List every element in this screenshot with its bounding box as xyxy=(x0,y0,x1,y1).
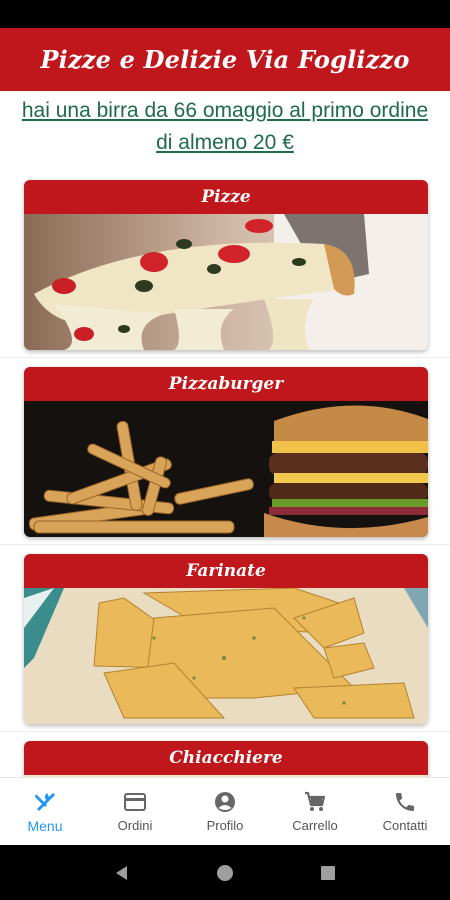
app-bar: Pizze e Delizie Via Foglizzo xyxy=(0,28,450,91)
category-title: Pizzaburger xyxy=(24,367,428,401)
nav-item-carrello[interactable]: Carrello xyxy=(270,778,360,845)
burger-and-fries-photo xyxy=(24,401,428,537)
farinata-photo xyxy=(24,588,428,724)
nav-item-ordini[interactable]: Ordini xyxy=(90,778,180,845)
cart-icon xyxy=(305,791,326,811)
nav-label: Menu xyxy=(27,817,63,834)
system-navigation-bar xyxy=(0,845,450,900)
home-icon[interactable] xyxy=(216,864,234,882)
pizza-slice-photo xyxy=(24,214,428,350)
category-title: Chiacchiere xyxy=(24,741,428,775)
utensils-icon xyxy=(35,792,55,811)
recents-icon[interactable] xyxy=(319,864,337,882)
category-card-farinate[interactable]: Farinate xyxy=(24,554,428,724)
bottom-navigation: Menu Ordini Profilo Carrello Contatti xyxy=(0,777,450,845)
category-card-pizze[interactable]: Pizze xyxy=(24,180,428,350)
nav-label: Contatti xyxy=(382,818,428,833)
nav-item-menu[interactable]: Menu xyxy=(0,778,90,845)
account-circle-icon xyxy=(215,792,235,812)
nav-item-contatti[interactable]: Contatti xyxy=(360,778,450,845)
back-icon[interactable] xyxy=(113,864,131,882)
nav-label: Carrello xyxy=(292,818,338,833)
nav-item-profilo[interactable]: Profilo xyxy=(180,778,270,845)
category-title: Farinate xyxy=(24,554,428,588)
category-title: Pizze xyxy=(24,180,428,214)
category-card-pizzaburger[interactable]: Pizzaburger xyxy=(24,367,428,537)
category-card-chiacchiere[interactable]: Chiacchiere xyxy=(24,741,428,777)
app-title: Pizze e Delizie Via Foglizzo xyxy=(40,45,410,74)
card-separator xyxy=(0,544,450,545)
menu-content[interactable]: hai una birra da 66 omaggio al primo ord… xyxy=(0,91,450,777)
nav-label: Ordini xyxy=(117,818,153,833)
status-bar xyxy=(0,0,450,28)
phone-icon xyxy=(396,793,414,811)
nav-label: Profilo xyxy=(206,818,244,833)
card-separator xyxy=(0,731,450,732)
promo-link[interactable]: hai una birra da 66 omaggio al primo ord… xyxy=(0,95,450,159)
credit-card-icon xyxy=(124,793,146,811)
card-separator xyxy=(0,357,450,358)
